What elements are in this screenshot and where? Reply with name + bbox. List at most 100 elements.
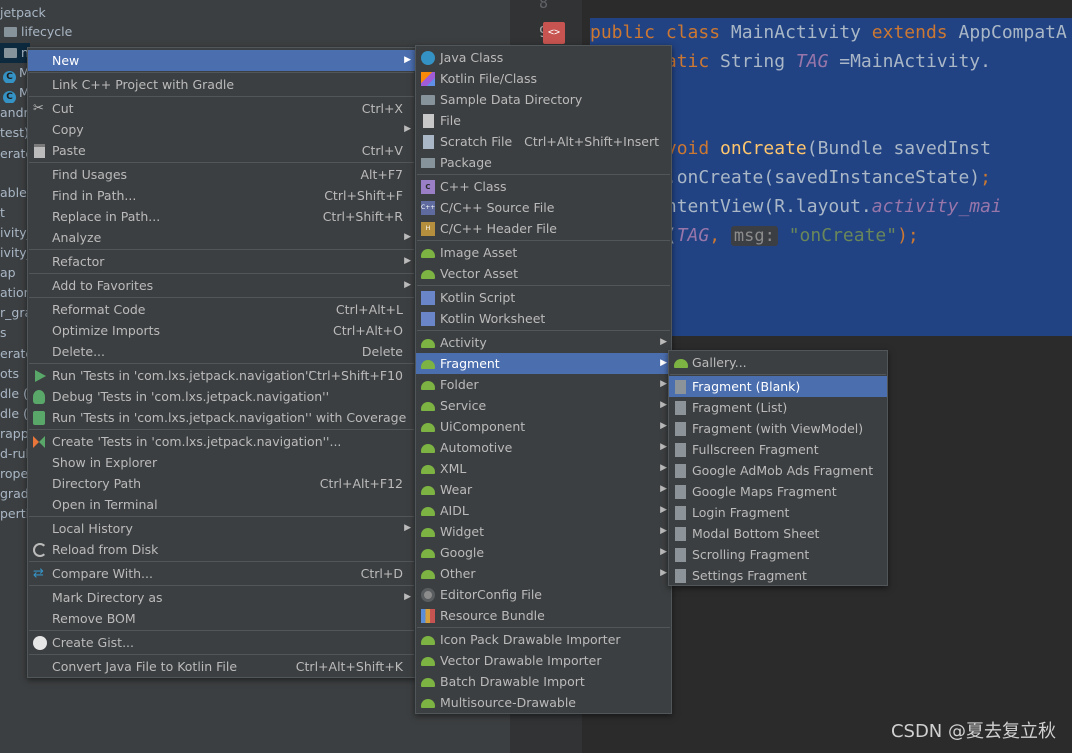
menu-item-show-in-explorer[interactable]: Show in Explorer — [28, 452, 415, 473]
menu-item-uicomponent[interactable]: UiComponent ▶ — [416, 416, 671, 437]
menu-item-fragment-blank[interactable]: Fragment (Blank) — [669, 376, 887, 397]
menu-item-package[interactable]: Package — [416, 152, 671, 173]
tree-row[interactable]: rope — [0, 464, 30, 484]
menu-item-compare-with[interactable]: ⇄ Compare With... Ctrl+D — [28, 563, 415, 584]
menu-item-resource-bundle[interactable]: Resource Bundle — [416, 605, 671, 626]
menu-item-find-usages[interactable]: Find Usages Alt+F7 — [28, 164, 415, 185]
menu-item-run-tests-in-com-lxs-jetpack-navigation[interactable]: Run 'Tests in 'com.lxs.jetpack.navigatio… — [28, 365, 415, 386]
tree-row[interactable]: rapp — [0, 424, 30, 444]
menu-item-gallery[interactable]: Gallery... — [669, 352, 887, 373]
tree-row[interactable]: CM — [0, 83, 30, 103]
tree-row[interactable]: s — [0, 323, 30, 343]
menu-item-kotlin-worksheet[interactable]: Kotlin Worksheet — [416, 308, 671, 329]
tree-row[interactable]: lifecycle — [0, 22, 200, 42]
menu-item-scratch-file[interactable]: Scratch File Ctrl+Alt+Shift+Insert — [416, 131, 671, 152]
menu-item-create-gist[interactable]: Create Gist... — [28, 632, 415, 653]
menu-item-scrolling-fragment[interactable]: Scrolling Fragment — [669, 544, 887, 565]
tree-row[interactable]: t — [0, 203, 30, 223]
tree-row[interactable]: erate — [0, 144, 30, 164]
tree-row[interactable]: jetpack — [0, 3, 200, 23]
menu-item-xml[interactable]: XML ▶ — [416, 458, 671, 479]
menu-item-folder[interactable]: Folder ▶ — [416, 374, 671, 395]
menu-item-link-c-project-with-gradle[interactable]: Link C++ Project with Gradle — [28, 74, 415, 95]
menu-item-modal-bottom-sheet[interactable]: Modal Bottom Sheet — [669, 523, 887, 544]
tree-row[interactable]: ation — [0, 283, 30, 303]
menu-item-icon-pack-drawable-importer[interactable]: Icon Pack Drawable Importer — [416, 629, 671, 650]
menu-item-activity[interactable]: Activity ▶ — [416, 332, 671, 353]
menu-item-fullscreen-fragment[interactable]: Fullscreen Fragment — [669, 439, 887, 460]
menu-item-convert-java-file-to-kotlin-file[interactable]: Convert Java File to Kotlin File Ctrl+Alt… — [28, 656, 415, 677]
tree-row[interactable]: ots — [0, 364, 30, 384]
menu-item-replace-in-path[interactable]: Replace in Path... Ctrl+Shift+R — [28, 206, 415, 227]
tree-row[interactable]: ap — [0, 263, 30, 283]
menu-item-reload-from-disk[interactable]: Reload from Disk — [28, 539, 415, 560]
menu-item-delete[interactable]: Delete... Delete — [28, 341, 415, 362]
menu-item-fragment[interactable]: Fragment ▶ — [416, 353, 671, 374]
menu-item-add-to-favorites[interactable]: Add to Favorites ▶ — [28, 275, 415, 296]
menu-item-optimize-imports[interactable]: Optimize Imports Ctrl+Alt+O — [28, 320, 415, 341]
menu-item-batch-drawable-import[interactable]: Batch Drawable Import — [416, 671, 671, 692]
tree-row[interactable]: able — [0, 183, 30, 203]
menu-item-open-in-terminal[interactable]: Open in Terminal — [28, 494, 415, 515]
tree-row[interactable]: r_gra — [0, 303, 30, 323]
menu-item-fragment-with-viewmodel[interactable]: Fragment (with ViewModel) — [669, 418, 887, 439]
tree-row[interactable]: test) — [0, 123, 30, 143]
menu-item-aidl[interactable]: AIDL ▶ — [416, 500, 671, 521]
menu-item-analyze[interactable]: Analyze ▶ — [28, 227, 415, 248]
menu-item-vector-drawable-importer[interactable]: Vector Drawable Importer — [416, 650, 671, 671]
menu-item-vector-asset[interactable]: Vector Asset — [416, 263, 671, 284]
menu-item-directory-path[interactable]: Directory Path Ctrl+Alt+F12 — [28, 473, 415, 494]
menu-item-settings-fragment[interactable]: Settings Fragment — [669, 565, 887, 586]
menu-item-wear[interactable]: Wear ▶ — [416, 479, 671, 500]
tree-row[interactable]: andr — [0, 103, 30, 123]
tree-row[interactable]: ivity_ — [0, 223, 30, 243]
menu-item-kotlin-script[interactable]: Kotlin Script — [416, 287, 671, 308]
tree-row[interactable]: perti — [0, 504, 30, 524]
menu-item-paste[interactable]: Paste Ctrl+V — [28, 140, 415, 161]
menu-item-kotlin-file-class[interactable]: Kotlin File/Class — [416, 68, 671, 89]
menu-item-copy[interactable]: Copy ▶ — [28, 119, 415, 140]
menu-item-remove-bom[interactable]: Remove BOM — [28, 608, 415, 629]
menu-item-new[interactable]: New ▶ — [28, 50, 415, 71]
menu-item-label: Fragment (Blank) — [692, 379, 801, 394]
menu-item-c-c-header-file[interactable]: H C/C++ Header File — [416, 218, 671, 239]
menu-item-debug-tests-in-com-lxs-jetpack-navigation[interactable]: Debug 'Tests in 'com.lxs.jetpack.navigat… — [28, 386, 415, 407]
tree-row[interactable] — [0, 164, 30, 184]
menu-item-mark-directory-as[interactable]: Mark Directory as ▶ — [28, 587, 415, 608]
menu-item-file[interactable]: File — [416, 110, 671, 131]
tree-row[interactable]: ivity_ — [0, 243, 30, 263]
menu-item-sample-data-directory[interactable]: Sample Data Directory — [416, 89, 671, 110]
menu-item-other[interactable]: Other ▶ — [416, 563, 671, 584]
menu-item-label: Fragment (with ViewModel) — [692, 421, 864, 436]
menu-item-local-history[interactable]: Local History ▶ — [28, 518, 415, 539]
tree-row[interactable]: dle ( — [0, 404, 30, 424]
tree-row[interactable]: erate — [0, 344, 30, 364]
menu-item-editorconfig-file[interactable]: EditorConfig File — [416, 584, 671, 605]
tree-row[interactable]: dle ( — [0, 384, 30, 404]
menu-item-google[interactable]: Google ▶ — [416, 542, 671, 563]
menu-item-c-c-source-file[interactable]: C++ C/C++ Source File — [416, 197, 671, 218]
menu-item-create-tests-in-com-lxs-jetpack-navigation[interactable]: Create 'Tests in 'com.lxs.jetpack.naviga… — [28, 431, 415, 452]
menu-item-service[interactable]: Service ▶ — [416, 395, 671, 416]
tree-row[interactable]: gradl — [0, 484, 30, 504]
menu-item-automotive[interactable]: Automotive ▶ — [416, 437, 671, 458]
tree-row[interactable]: CM — [0, 63, 30, 83]
menu-item-reformat-code[interactable]: Reformat Code Ctrl+Alt+L — [28, 299, 415, 320]
menu-item-refactor[interactable]: Refactor ▶ — [28, 251, 415, 272]
menu-item-google-maps-fragment[interactable]: Google Maps Fragment — [669, 481, 887, 502]
menu-item-image-asset[interactable]: Image Asset — [416, 242, 671, 263]
menu-item-fragment-list[interactable]: Fragment (List) — [669, 397, 887, 418]
menu-item-find-in-path[interactable]: Find in Path... Ctrl+Shift+F — [28, 185, 415, 206]
tree-row[interactable]: d-rule — [0, 444, 30, 464]
menu-item-c-class[interactable]: C C++ Class — [416, 176, 671, 197]
gutter-layout-icon[interactable]: <> — [543, 22, 565, 44]
menu-item-login-fragment[interactable]: Login Fragment — [669, 502, 887, 523]
menu-item-run-tests-in-com-lxs-jetpack-navigation-with-coverage[interactable]: Run 'Tests in 'com.lxs.jetpack.navigatio… — [28, 407, 415, 428]
menu-item-java-class[interactable]: Java Class — [416, 47, 671, 68]
menu-item-google-admob-ads-fragment[interactable]: Google AdMob Ads Fragment — [669, 460, 887, 481]
menu-item-multisource-drawable[interactable]: Multisource-Drawable — [416, 692, 671, 713]
menu-item-widget[interactable]: Widget ▶ — [416, 521, 671, 542]
tree-row[interactable]: n — [0, 43, 30, 63]
tree-row-label: ap — [0, 265, 16, 280]
menu-item-cut[interactable]: ✂ Cut Ctrl+X — [28, 98, 415, 119]
